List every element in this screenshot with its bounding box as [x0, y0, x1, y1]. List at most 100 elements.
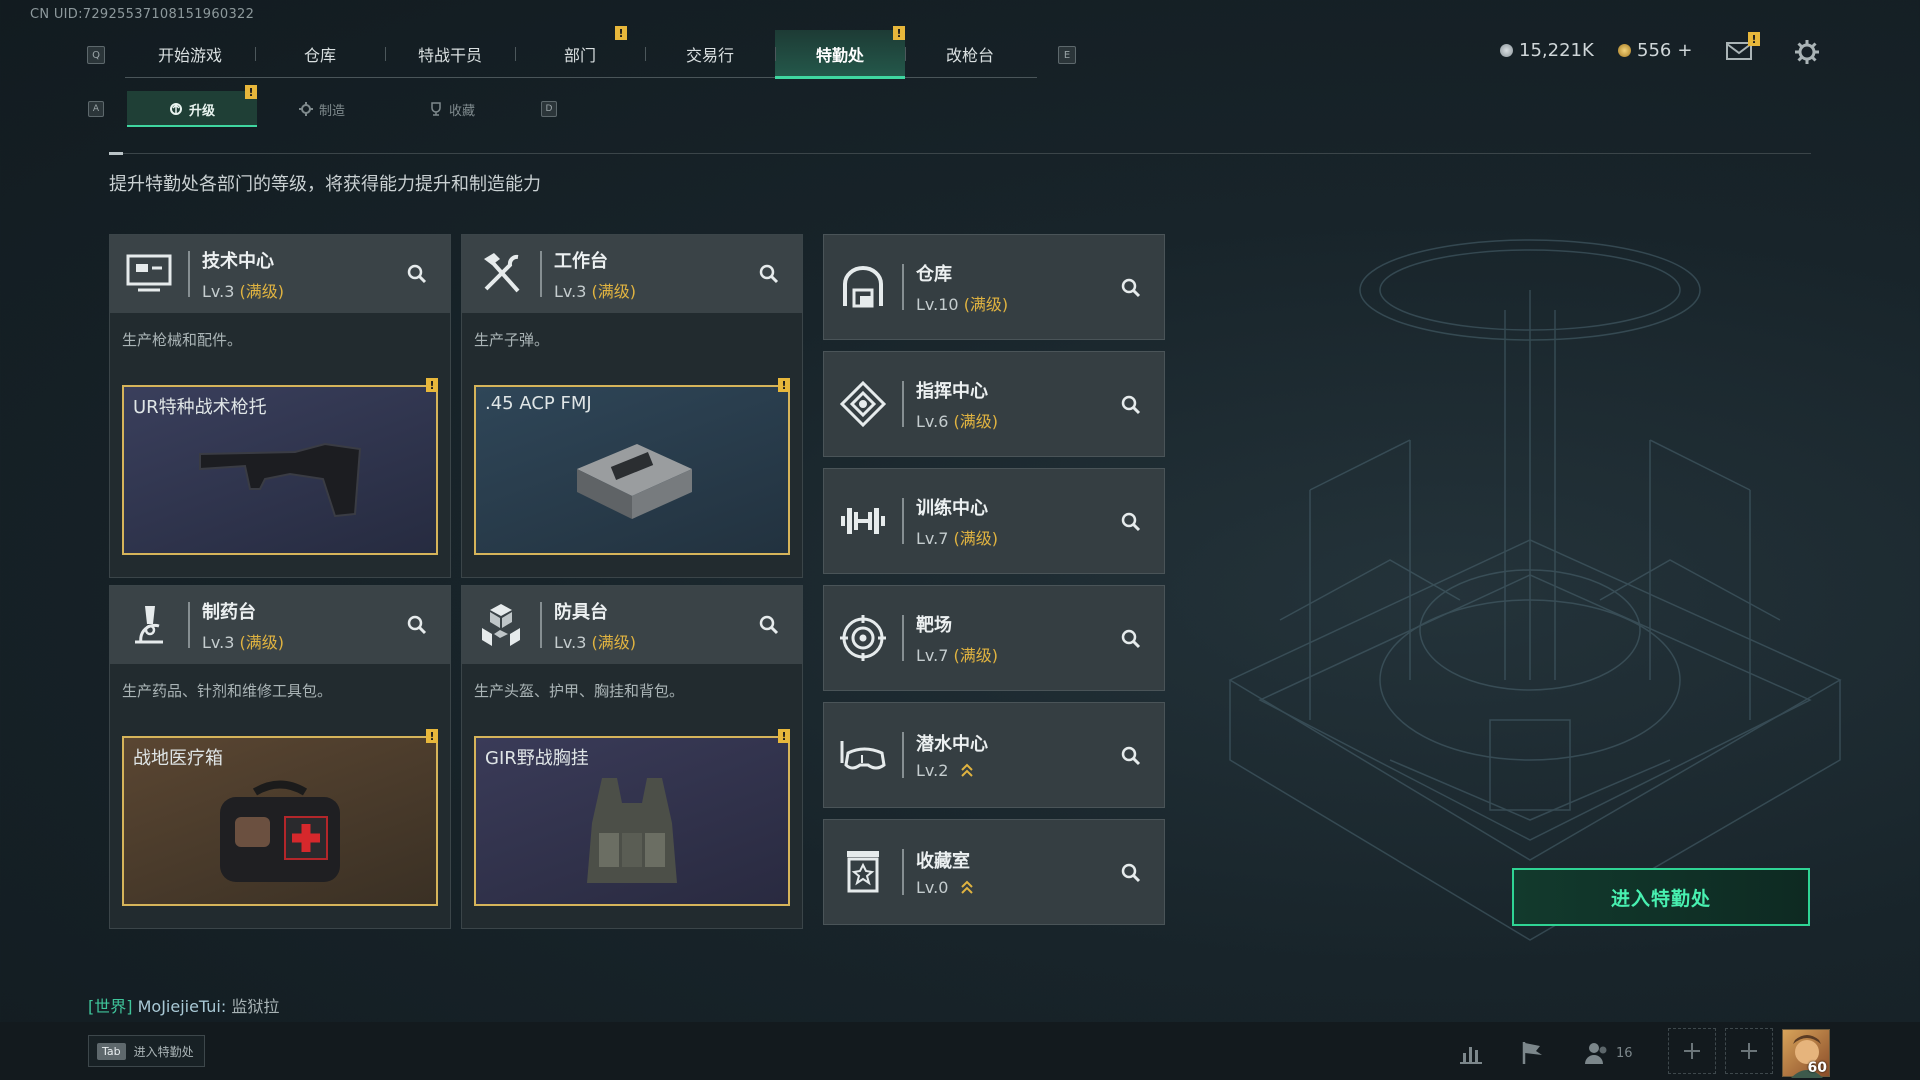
card-tech-center[interactable]: 技术中心 Lv.3 (满级) 生产枪械和配件。 UR特种战术枪托 !	[109, 234, 451, 578]
card-shooting-range[interactable]: 靶场 Lv.7 (满级)	[823, 585, 1165, 691]
nav-key-q[interactable]: Q	[87, 46, 105, 64]
card-separator	[540, 251, 542, 297]
card-title: 工作台	[554, 250, 608, 272]
search-icon	[1121, 395, 1141, 415]
player-level: 60	[1807, 1060, 1827, 1076]
chat-line[interactable]: [世界] MoJiejieTui: 监狱拉	[88, 993, 279, 1017]
subnav-key-a[interactable]: A	[88, 101, 104, 117]
base-wireframe-illustration	[1228, 239, 1842, 941]
tab-collection[interactable]: 收藏	[387, 91, 517, 127]
card-separator	[540, 602, 542, 648]
card-title: 防具台	[554, 601, 608, 623]
sub-nav: 升级 ! 制造 收藏	[127, 85, 517, 127]
card-warehouse[interactable]: 仓库 Lv.10 (满级)	[823, 234, 1165, 340]
search-button[interactable]	[1116, 741, 1146, 771]
friends-button[interactable]: 16	[1584, 1037, 1634, 1069]
search-button[interactable]	[1116, 507, 1146, 537]
card-title: 仓库	[916, 263, 952, 285]
add-squad-slot-button[interactable]	[1668, 1028, 1716, 1074]
ammo-box-image	[577, 444, 692, 519]
product-slot[interactable]: UR特种战术枪托 !	[122, 378, 438, 555]
product-slot[interactable]: GIR野战胸挂 !	[474, 729, 790, 906]
search-icon	[1121, 863, 1141, 883]
nav-key-e[interactable]: E	[1058, 46, 1076, 64]
top-nav: 开始游戏 仓库 特战干员 部门 ! 交易行 特勤处 ! 改枪台	[125, 26, 1037, 79]
target-icon	[840, 615, 886, 661]
search-button[interactable]	[754, 610, 784, 640]
stats-button[interactable]	[1455, 1037, 1487, 1069]
card-description: 生产枪械和配件。	[122, 331, 243, 349]
bar-chart-icon	[1460, 1047, 1482, 1064]
enter-special-ops-button[interactable]: 进入特勤处	[1512, 868, 1810, 926]
chest-rig-image	[587, 778, 677, 883]
gold-currency[interactable]: 556 +	[1618, 40, 1692, 61]
medkit-image	[220, 780, 340, 882]
silver-currency: 15,221K	[1500, 40, 1594, 61]
upgrade-chevrons-icon	[960, 880, 973, 894]
card-title: 训练中心	[916, 497, 988, 519]
search-button[interactable]	[1116, 858, 1146, 888]
flag-button[interactable]	[1516, 1037, 1548, 1069]
settings-button[interactable]	[1794, 39, 1820, 69]
monitor-icon	[126, 254, 172, 292]
tab-trading[interactable]: 交易行	[645, 30, 775, 78]
card-collection-room[interactable]: 收藏室 Lv.0	[823, 819, 1165, 925]
card-diving-center[interactable]: 潜水中心 Lv.2	[823, 702, 1165, 808]
search-button[interactable]	[1116, 624, 1146, 654]
subnav-key-d[interactable]: D	[541, 101, 557, 117]
tab-gunsmith[interactable]: 改枪台	[905, 30, 1035, 78]
search-icon	[407, 264, 427, 284]
card-pharmacy[interactable]: 制药台 Lv.3 (满级) 生产药品、针剂和维修工具包。 战地医疗箱 !	[109, 585, 451, 929]
card-armor-bench[interactable]: 防具台 Lv.3 (满级) 生产头盔、护甲、胸挂和背包。 GIR野战胸挂 !	[461, 585, 803, 929]
silver-coin-icon	[1500, 44, 1513, 57]
search-icon	[1121, 512, 1141, 532]
tab-departments[interactable]: 部门 !	[515, 26, 645, 78]
page-description: 提升特勤处各部门的等级，将获得能力提升和制造能力	[109, 174, 541, 195]
search-button[interactable]	[402, 259, 432, 289]
search-icon	[407, 615, 427, 635]
tab-warehouse[interactable]: 仓库	[255, 30, 385, 78]
card-command-center[interactable]: 指挥中心 Lv.6 (满级)	[823, 351, 1165, 457]
plus-icon	[1741, 1043, 1757, 1059]
product-slot[interactable]: .45 ACP FMJ !	[474, 378, 790, 555]
craft-gear-icon	[298, 102, 313, 116]
upgrade-icon	[169, 103, 182, 115]
tab-upgrade[interactable]: 升级 !	[127, 85, 257, 127]
tab-hint-button[interactable]: Tab 进入特勤处	[88, 1035, 205, 1067]
uid-label: CN UID:7292553710815196032​2	[30, 7, 255, 22]
card-title: 靶场	[916, 614, 952, 636]
alert-badge: !	[615, 26, 627, 40]
card-separator	[902, 849, 904, 895]
tab-special-ops[interactable]: 特勤处 !	[775, 26, 905, 79]
mail-button[interactable]: !	[1726, 32, 1760, 61]
tab-operators[interactable]: 特战干员	[385, 30, 515, 78]
alert-badge: !	[778, 378, 790, 392]
card-separator	[902, 732, 904, 778]
card-separator	[902, 615, 904, 661]
card-separator	[902, 498, 904, 544]
product-slot[interactable]: 战地医疗箱 !	[122, 729, 438, 906]
alert-badge: !	[426, 378, 438, 392]
alert-badge: !	[245, 85, 257, 99]
card-title: 潜水中心	[916, 734, 988, 755]
card-description: 生产子弹。	[474, 331, 550, 349]
card-workbench[interactable]: 工作台 Lv.3 (满级) 生产子弹。 .45 ACP FMJ !	[461, 234, 803, 578]
card-separator	[902, 381, 904, 427]
card-title: 制药台	[202, 601, 256, 623]
tab-craft[interactable]: 制造	[257, 91, 387, 127]
trophy-icon	[431, 102, 441, 116]
card-training-center[interactable]: 训练中心 Lv.7 (满级)	[823, 468, 1165, 574]
tab-start-game[interactable]: 开始游戏	[125, 30, 255, 78]
search-button[interactable]	[1116, 390, 1146, 420]
card-description: 生产头盔、护甲、胸挂和背包。	[474, 682, 685, 700]
search-button[interactable]	[402, 610, 432, 640]
add-squad-slot-button[interactable]	[1725, 1028, 1773, 1074]
divider	[109, 153, 1811, 154]
card-separator	[902, 264, 904, 310]
search-button[interactable]	[1116, 273, 1146, 303]
search-button[interactable]	[754, 259, 784, 289]
card-separator	[188, 602, 190, 648]
hammer-wrench-icon	[484, 253, 520, 293]
search-icon	[759, 264, 779, 284]
player-avatar[interactable]: 60	[1782, 1029, 1830, 1078]
